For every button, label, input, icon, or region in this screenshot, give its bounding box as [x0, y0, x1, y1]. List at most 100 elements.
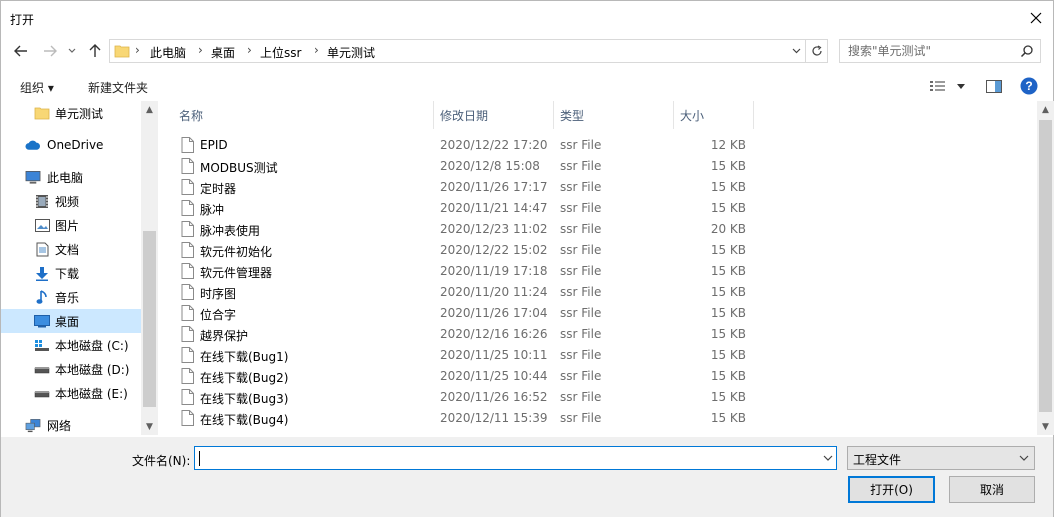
- preview-pane-button[interactable]: [985, 77, 1003, 95]
- nav-item-desktop[interactable]: 桌面: [1, 309, 141, 333]
- open-button[interactable]: 打开(O): [848, 476, 935, 503]
- column-header-date[interactable]: 修改日期: [440, 101, 553, 129]
- help-button[interactable]: ?: [1020, 77, 1038, 95]
- column-header-name[interactable]: 名称: [179, 101, 434, 129]
- nav-label: 本地磁盘 (E:): [55, 386, 128, 401]
- nav-label: 图片: [55, 218, 80, 233]
- file-row[interactable]: 在线下载(Bug3) 2020/11/26 16:52 ssr File 15 KB: [161, 387, 761, 408]
- nav-item-onedrive[interactable]: OneDrive: [1, 133, 141, 157]
- file-size: 15 KB: [710, 180, 746, 194]
- nav-item-drive-c[interactable]: 本地磁盘 (C:): [1, 333, 141, 357]
- nav-scrollbar[interactable]: ▲ ▼: [141, 101, 158, 435]
- file-name: 时序图: [200, 287, 237, 301]
- file-type: ssr File: [560, 390, 602, 404]
- up-button[interactable]: [85, 39, 105, 63]
- filename-combobox[interactable]: [194, 446, 837, 470]
- nav-item-videos[interactable]: 视频: [1, 189, 141, 213]
- nav-item-network[interactable]: 网络: [1, 413, 141, 435]
- file-row[interactable]: 时序图 2020/11/20 11:24 ssr File 15 KB: [161, 282, 761, 303]
- svg-text:?: ?: [1025, 79, 1032, 93]
- view-options-button[interactable]: [929, 77, 967, 95]
- file-icon: [181, 242, 194, 258]
- nav-item-downloads[interactable]: 下载: [1, 261, 141, 285]
- back-button[interactable]: [11, 39, 31, 63]
- file-row[interactable]: 位合字 2020/11/26 17:04 ssr File 15 KB: [161, 303, 761, 324]
- download-icon: [34, 265, 50, 281]
- file-type: ssr File: [560, 180, 602, 194]
- search-box[interactable]: [839, 39, 1041, 63]
- column-divider[interactable]: [753, 101, 754, 129]
- file-row[interactable]: 定时器 2020/11/26 17:17 ssr File 15 KB: [161, 177, 761, 198]
- file-row[interactable]: 越界保护 2020/12/16 16:26 ssr File 15 KB: [161, 324, 761, 345]
- column-divider[interactable]: [553, 101, 554, 129]
- file-size: 12 KB: [710, 138, 746, 152]
- file-list-scrollbar-thumb[interactable]: [1039, 120, 1052, 412]
- organize-menu[interactable]: 组织 ▾: [20, 79, 54, 96]
- window-title: 打开: [10, 13, 35, 27]
- forward-button[interactable]: [40, 39, 60, 63]
- column-header-size[interactable]: 大小: [680, 101, 752, 129]
- nav-item-this-pc[interactable]: 此电脑: [1, 165, 141, 189]
- file-icon: [181, 368, 194, 384]
- column-divider[interactable]: [673, 101, 674, 129]
- file-date: 2020/11/21 14:47: [440, 201, 548, 215]
- file-row[interactable]: 脉冲表使用 2020/12/23 11:02 ssr File 20 KB: [161, 219, 761, 240]
- new-folder-button[interactable]: 新建文件夹: [88, 79, 148, 96]
- address-bar[interactable]: › 此电脑 › 桌面 › 上位ssr › 单元测试: [109, 39, 806, 63]
- close-button[interactable]: [1019, 1, 1053, 35]
- nav-scrollbar-thumb[interactable]: [143, 231, 156, 407]
- nav-label: 文档: [55, 242, 80, 257]
- nav-item-unit-test[interactable]: 单元测试: [1, 101, 141, 125]
- file-row[interactable]: 在线下载(Bug4) 2020/12/11 15:39 ssr File 15 KB: [161, 408, 761, 429]
- nav-item-drive-e[interactable]: 本地磁盘 (E:): [1, 381, 141, 405]
- cancel-button[interactable]: 取消: [949, 476, 1035, 503]
- file-row[interactable]: 在线下载(Bug1) 2020/11/25 10:11 ssr File 15 KB: [161, 345, 761, 366]
- refresh-icon: [811, 45, 822, 56]
- scroll-up-arrow[interactable]: ▲: [141, 101, 158, 118]
- file-icon: [181, 305, 194, 321]
- address-history-dropdown[interactable]: [787, 39, 806, 63]
- nav-item-music[interactable]: 音乐: [1, 285, 141, 309]
- refresh-button[interactable]: [806, 39, 828, 63]
- file-type-select[interactable]: 工程文件: [847, 446, 1035, 470]
- text-caret: [199, 451, 200, 466]
- file-size: 15 KB: [710, 201, 746, 215]
- file-row[interactable]: 脉冲 2020/11/21 14:47 ssr File 15 KB: [161, 198, 761, 219]
- file-row[interactable]: EPID 2020/12/22 17:20 ssr File 12 KB: [161, 135, 761, 156]
- chevron-down-icon[interactable]: [822, 451, 834, 465]
- open-file-dialog: 打开 › 此电脑 › 桌面 › 上位ssr › 单元测试 组织: [0, 0, 1054, 517]
- recent-locations-button[interactable]: [65, 39, 79, 63]
- file-row[interactable]: 软元件初始化 2020/12/22 15:02 ssr File 15 KB: [161, 240, 761, 261]
- scroll-down-arrow[interactable]: ▼: [141, 418, 158, 435]
- breadcrumb-desktop[interactable]: 桌面: [211, 44, 235, 61]
- computer-icon: [25, 169, 41, 185]
- file-type: ssr File: [560, 243, 602, 257]
- scroll-up-arrow[interactable]: ▲: [1037, 101, 1054, 118]
- column-divider[interactable]: [433, 101, 434, 129]
- nav-item-pictures[interactable]: 图片: [1, 213, 141, 237]
- search-input[interactable]: [848, 44, 1018, 58]
- file-name: 在线下载(Bug1): [200, 350, 289, 364]
- breadcrumb-current[interactable]: 单元测试: [327, 44, 375, 61]
- file-name: 脉冲表使用: [200, 224, 261, 238]
- file-row[interactable]: 软元件管理器 2020/11/19 17:18 ssr File 15 KB: [161, 261, 761, 282]
- file-name: 位合字: [200, 308, 237, 322]
- file-size: 15 KB: [710, 243, 746, 257]
- file-list-scrollbar[interactable]: ▲ ▼: [1037, 101, 1054, 435]
- nav-item-documents[interactable]: 文档: [1, 237, 141, 261]
- open-button-label: 打开(O): [870, 483, 913, 497]
- file-size: 15 KB: [710, 327, 746, 341]
- nav-item-drive-d[interactable]: 本地磁盘 (D:): [1, 357, 141, 381]
- column-header-type[interactable]: 类型: [560, 101, 673, 129]
- file-row[interactable]: MODBUS测试 2020/12/8 15:08 ssr File 15 KB: [161, 156, 761, 177]
- breadcrumb-this-pc[interactable]: 此电脑: [150, 44, 186, 61]
- file-type: ssr File: [560, 264, 602, 278]
- filename-input[interactable]: [199, 450, 809, 466]
- file-date: 2020/11/19 17:18: [440, 264, 548, 278]
- file-name: 越界保护: [200, 329, 249, 343]
- scroll-down-arrow[interactable]: ▼: [1037, 418, 1054, 435]
- file-row[interactable]: 在线下载(Bug2) 2020/11/25 10:44 ssr File 15 KB: [161, 366, 761, 387]
- breadcrumb-folder[interactable]: 上位ssr: [260, 44, 301, 61]
- file-type: ssr File: [560, 327, 602, 341]
- drive-icon: [34, 361, 50, 377]
